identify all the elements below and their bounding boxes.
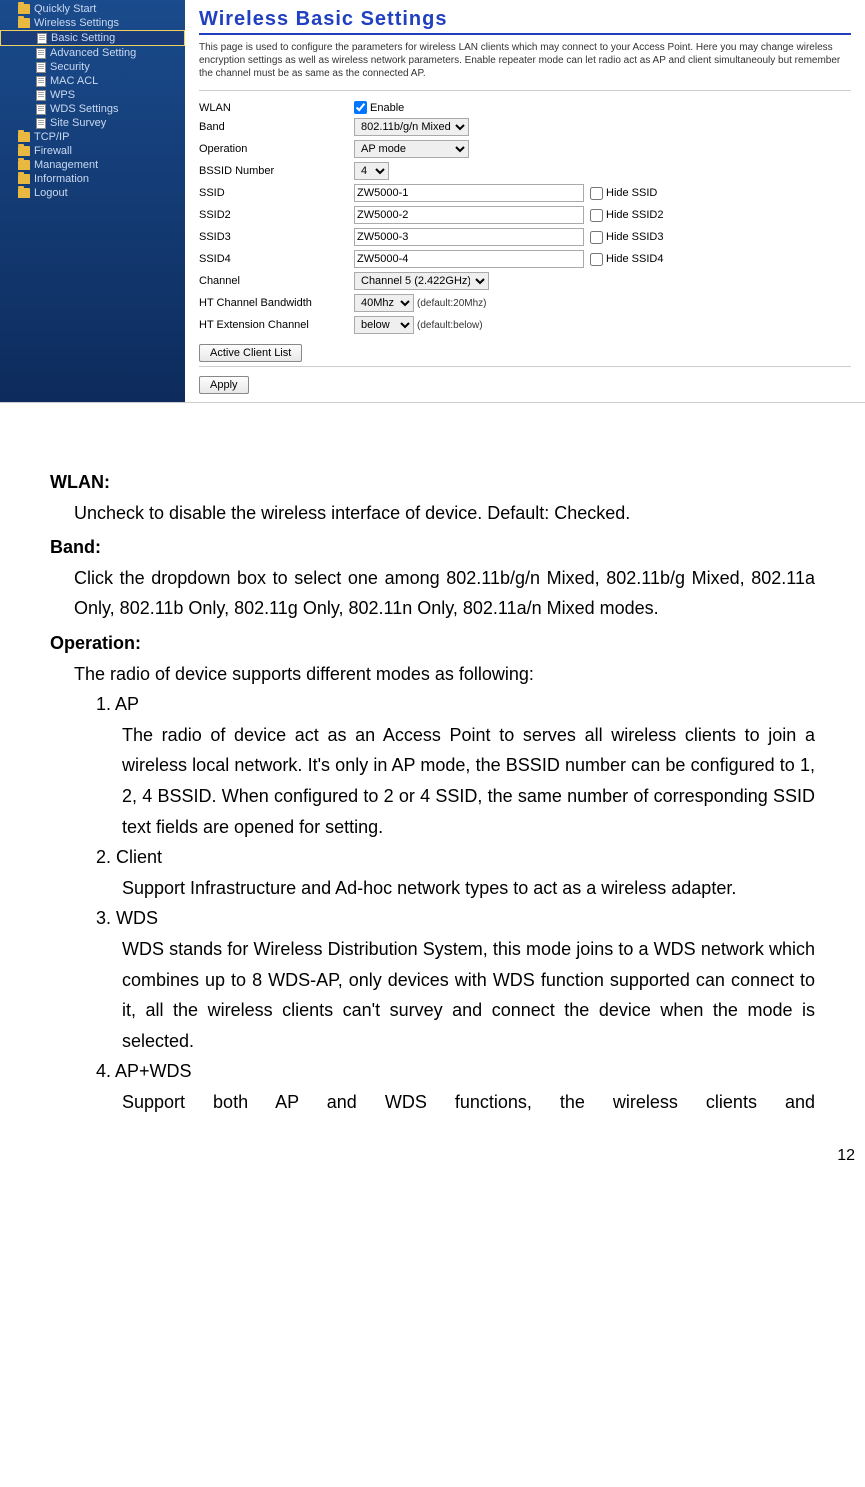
document-icon bbox=[36, 62, 46, 73]
sidebar-item-firewall[interactable]: Firewall bbox=[0, 144, 185, 158]
folder-icon bbox=[18, 174, 30, 184]
ssid-label: SSID bbox=[199, 187, 354, 199]
item-client-desc: Support Infrastructure and Ad-hoc networ… bbox=[50, 873, 815, 904]
sidebar-item-label: Firewall bbox=[34, 145, 72, 157]
wlan-enable-text: Enable bbox=[370, 102, 404, 114]
sidebar-item-label: Wireless Settings bbox=[34, 17, 119, 29]
wlan-label: WLAN bbox=[199, 102, 354, 114]
document-icon bbox=[37, 33, 47, 44]
apply-button[interactable]: Apply bbox=[199, 376, 249, 394]
wlan-desc: Uncheck to disable the wireless interfac… bbox=[50, 498, 815, 529]
hide-ssid4-checkbox[interactable] bbox=[590, 253, 603, 266]
active-client-list-button[interactable]: Active Client List bbox=[199, 344, 302, 362]
sidebar-item-advanced-setting[interactable]: Advanced Setting bbox=[0, 46, 185, 60]
wlan-enable-checkbox[interactable] bbox=[354, 101, 367, 114]
operation-label: Operation bbox=[199, 143, 354, 155]
item-apwds: 4. AP+WDS bbox=[50, 1056, 815, 1087]
item-apwds-desc: Support both AP and WDS functions, the w… bbox=[50, 1087, 815, 1118]
hide-ssid2-label: Hide SSID2 bbox=[606, 209, 663, 221]
operation-desc: The radio of device supports different m… bbox=[50, 659, 815, 690]
hide-ssid3-checkbox[interactable] bbox=[590, 231, 603, 244]
sidebar-item-quickly-start[interactable]: Quickly Start bbox=[0, 2, 185, 16]
sidebar-item-label: Security bbox=[50, 61, 90, 73]
htext-default: (default:below) bbox=[417, 320, 483, 331]
channel-select[interactable]: Channel 5 (2.422GHz) bbox=[354, 272, 489, 290]
ssid2-input[interactable] bbox=[354, 206, 584, 224]
document-body: WLAN: Uncheck to disable the wireless in… bbox=[0, 403, 865, 1127]
sidebar-item-security[interactable]: Security bbox=[0, 60, 185, 74]
document-icon bbox=[36, 76, 46, 87]
ssid2-label: SSID2 bbox=[199, 209, 354, 221]
folder-icon bbox=[18, 18, 30, 28]
hide-ssid-label: Hide SSID bbox=[606, 187, 657, 199]
hide-ssid4-label: Hide SSID4 bbox=[606, 253, 663, 265]
sidebar-item-label: MAC ACL bbox=[50, 75, 98, 87]
divider bbox=[199, 366, 851, 367]
sidebar-item-basic-setting[interactable]: Basic Setting bbox=[0, 30, 185, 46]
folder-icon bbox=[18, 132, 30, 142]
htbw-label: HT Channel Bandwidth bbox=[199, 297, 354, 309]
sidebar-item-logout[interactable]: Logout bbox=[0, 186, 185, 200]
item-ap-desc: The radio of device act as an Access Poi… bbox=[50, 720, 815, 842]
ssid4-label: SSID4 bbox=[199, 253, 354, 265]
sidebar-nav: Quickly Start Wireless Settings Basic Sett… bbox=[0, 0, 185, 402]
ssid3-input[interactable] bbox=[354, 228, 584, 246]
sidebar-item-label: WDS Settings bbox=[50, 103, 118, 115]
item-wds-desc: WDS stands for Wireless Distribution Sys… bbox=[50, 934, 815, 1056]
sidebar-item-label: Management bbox=[34, 159, 98, 171]
document-icon bbox=[36, 48, 46, 59]
page-number: 12 bbox=[0, 1127, 865, 1175]
panel-title: Wireless Basic Settings bbox=[199, 8, 851, 35]
folder-icon bbox=[18, 188, 30, 198]
sidebar-item-management[interactable]: Management bbox=[0, 158, 185, 172]
hide-ssid3-label: Hide SSID3 bbox=[606, 231, 663, 243]
ssid3-label: SSID3 bbox=[199, 231, 354, 243]
ssid-input[interactable] bbox=[354, 184, 584, 202]
sidebar-item-label: TCP/IP bbox=[34, 131, 69, 143]
ssid4-input[interactable] bbox=[354, 250, 584, 268]
item-client: 2. Client bbox=[50, 842, 815, 873]
sidebar-item-label: Information bbox=[34, 173, 89, 185]
band-label: Band bbox=[199, 121, 354, 133]
sidebar-item-mac-acl[interactable]: MAC ACL bbox=[0, 74, 185, 88]
item-ap: 1. AP bbox=[50, 689, 815, 720]
sidebar-item-tcp/ip[interactable]: TCP/IP bbox=[0, 130, 185, 144]
channel-label: Channel bbox=[199, 275, 354, 287]
panel-description: This page is used to configure the param… bbox=[199, 41, 851, 80]
sidebar-item-label: Basic Setting bbox=[51, 32, 115, 44]
sidebar-item-site-survey[interactable]: Site Survey bbox=[0, 116, 185, 130]
main-panel: Wireless Basic Settings This page is use… bbox=[185, 0, 865, 402]
bssid-select[interactable]: 4 bbox=[354, 162, 389, 180]
hide-ssid2-checkbox[interactable] bbox=[590, 209, 603, 222]
sidebar-item-wireless-settings[interactable]: Wireless Settings bbox=[0, 16, 185, 30]
sidebar-item-label: Quickly Start bbox=[34, 3, 96, 15]
htext-select[interactable]: below bbox=[354, 316, 414, 334]
htbw-select[interactable]: 40Mhz bbox=[354, 294, 414, 312]
band-term: Band: bbox=[50, 532, 815, 563]
band-select[interactable]: 802.11b/g/n Mixed bbox=[354, 118, 469, 136]
document-icon bbox=[36, 118, 46, 129]
operation-select[interactable]: AP mode bbox=[354, 140, 469, 158]
operation-term: Operation: bbox=[50, 628, 815, 659]
item-wds: 3. WDS bbox=[50, 903, 815, 934]
sidebar-item-wds-settings[interactable]: WDS Settings bbox=[0, 102, 185, 116]
band-desc: Click the dropdown box to select one amo… bbox=[50, 563, 815, 624]
wlan-term: WLAN: bbox=[50, 467, 815, 498]
folder-icon bbox=[18, 146, 30, 156]
bssid-label: BSSID Number bbox=[199, 165, 354, 177]
htbw-default: (default:20Mhz) bbox=[417, 298, 486, 309]
hide-ssid-checkbox[interactable] bbox=[590, 187, 603, 200]
document-icon bbox=[36, 104, 46, 115]
sidebar-item-information[interactable]: Information bbox=[0, 172, 185, 186]
sidebar-item-label: Logout bbox=[34, 187, 68, 199]
folder-icon bbox=[18, 4, 30, 14]
htext-label: HT Extension Channel bbox=[199, 319, 354, 331]
sidebar-item-label: Advanced Setting bbox=[50, 47, 136, 59]
sidebar-item-wps[interactable]: WPS bbox=[0, 88, 185, 102]
sidebar-item-label: Site Survey bbox=[50, 117, 106, 129]
folder-icon bbox=[18, 160, 30, 170]
divider bbox=[199, 90, 851, 91]
sidebar-item-label: WPS bbox=[50, 89, 75, 101]
document-icon bbox=[36, 90, 46, 101]
